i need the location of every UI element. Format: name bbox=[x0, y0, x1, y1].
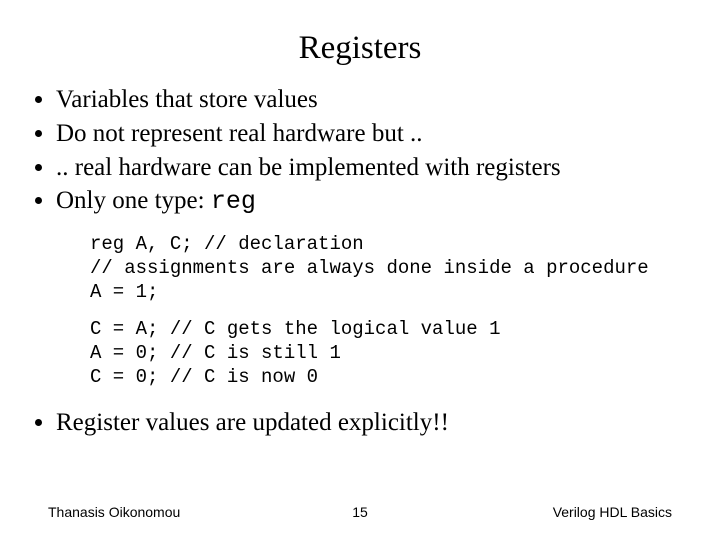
bullet-list-top: Variables that store values Do not repre… bbox=[0, 83, 720, 219]
inline-code: reg bbox=[211, 187, 256, 216]
code-block-declaration: reg A, C; // declaration // assignments … bbox=[90, 233, 720, 304]
footer-topic: Verilog HDL Basics bbox=[553, 504, 672, 520]
bullet-item: Do not represent real hardware but .. bbox=[56, 117, 720, 151]
bullet-item: Register values are updated explicitly!! bbox=[56, 406, 720, 440]
code-block-assignments: C = A; // C gets the logical value 1 A =… bbox=[90, 318, 720, 389]
slide: Registers Variables that store values Do… bbox=[0, 0, 720, 540]
footer-page-number: 15 bbox=[352, 504, 368, 520]
bullet-item-only-type: Only one type: reg bbox=[56, 184, 720, 219]
bullet-item: Variables that store values bbox=[56, 83, 720, 117]
footer-author: Thanasis Oikonomou bbox=[48, 504, 180, 520]
bullet-text: Only one type: bbox=[56, 187, 211, 214]
slide-footer: Thanasis Oikonomou 15 Verilog HDL Basics bbox=[0, 504, 720, 520]
bullet-item: .. real hardware can be implemented with… bbox=[56, 151, 720, 185]
bullet-list-bottom: Register values are updated explicitly!! bbox=[0, 406, 720, 440]
slide-title: Registers bbox=[0, 0, 720, 77]
